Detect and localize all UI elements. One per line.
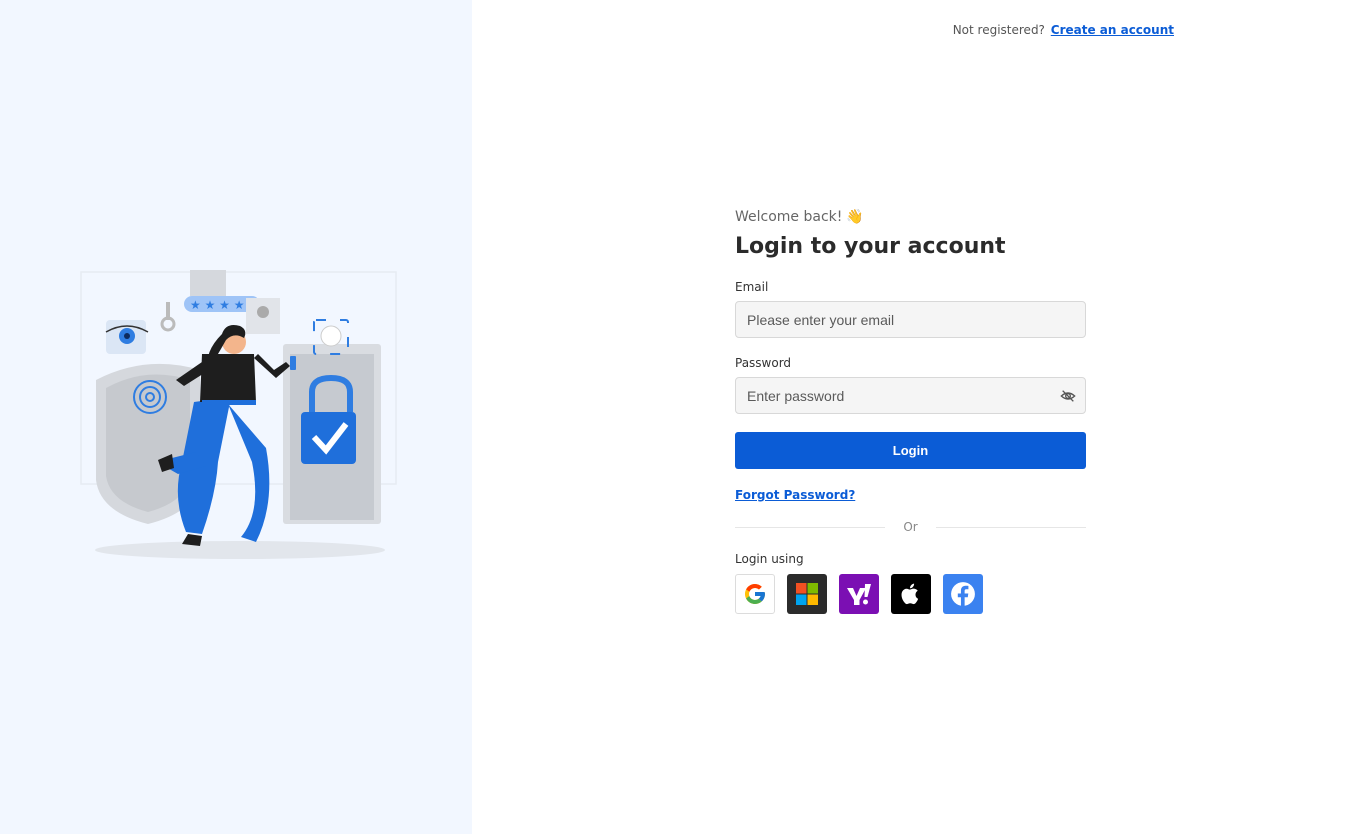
signup-prompt: Not registered? Create an account [953, 23, 1174, 37]
email-field-wrap [735, 301, 1086, 338]
svg-text:★ ★ ★ ★: ★ ★ ★ ★ [190, 298, 244, 312]
security-illustration: ★ ★ ★ ★ [80, 270, 397, 559]
not-registered-text: Not registered? [952, 23, 1045, 37]
password-field-wrap [735, 377, 1086, 414]
login-button[interactable]: Login [735, 432, 1086, 469]
social-login-buttons [735, 574, 1086, 614]
welcome-text: Welcome back! [735, 209, 843, 225]
apple-login-button[interactable] [891, 574, 931, 614]
microsoft-icon [796, 583, 818, 605]
login-form: Welcome back! 👋 Login to your account Em… [735, 208, 1087, 614]
create-account-link[interactable]: Create an account [1051, 23, 1174, 37]
waving-hand-icon: 👋 [846, 209, 864, 225]
email-field[interactable] [735, 301, 1086, 338]
divider-text: Or [903, 520, 918, 534]
login-using-label: Login using [735, 552, 804, 566]
google-icon [745, 584, 765, 604]
forgot-password-link[interactable]: Forgot Password? [735, 488, 855, 502]
password-field[interactable] [735, 377, 1086, 414]
apple-icon [901, 583, 919, 605]
welcome-line: Welcome back! 👋 [735, 208, 1086, 226]
form-panel: Not registered? Create an account Welcom… [472, 0, 1348, 834]
or-divider: Or [735, 520, 1087, 534]
yahoo-icon [847, 584, 871, 605]
facebook-icon [951, 582, 975, 607]
google-login-button[interactable] [735, 574, 775, 614]
eye-off-icon[interactable] [1060, 388, 1076, 404]
yahoo-login-button[interactable] [839, 574, 879, 614]
password-label: Password [735, 356, 792, 370]
page-title: Login to your account [735, 234, 1006, 259]
divider-line-right [935, 526, 1087, 528]
email-label: Email [735, 280, 769, 294]
facebook-login-button[interactable] [943, 574, 983, 614]
microsoft-login-button[interactable] [787, 574, 827, 614]
illustration-panel: ★ ★ ★ ★ [0, 0, 472, 834]
divider-line-left [735, 526, 886, 528]
